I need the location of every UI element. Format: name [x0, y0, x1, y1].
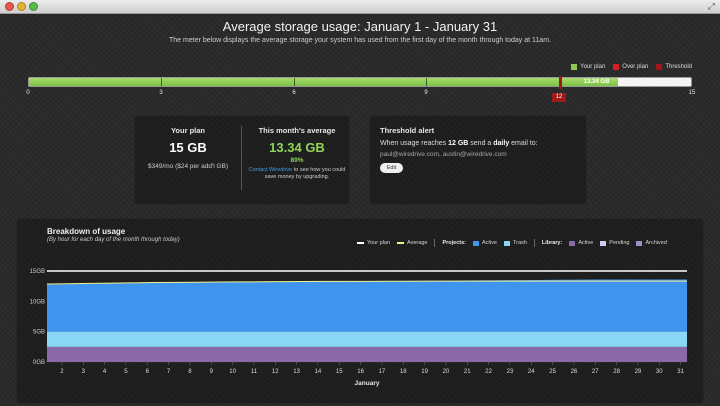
page-title: Average storage usage: January 1 - Janua… — [222, 19, 498, 34]
contact-link[interactable]: Contact Wiredrive — [249, 167, 293, 173]
x-tick-label: 23 — [507, 369, 514, 375]
threshold-text-suffix: email to: — [509, 140, 538, 147]
meter-tick-label: 0 — [26, 90, 30, 96]
meter-fill-bar — [29, 78, 618, 86]
plan-summary-panel: Your plan 15 GB $349/mo ($24 per add'l G… — [134, 115, 350, 205]
x-tick-label: 5 — [124, 369, 128, 375]
threshold-frequency: daily — [493, 140, 510, 147]
x-tick-label: 25 — [549, 369, 556, 375]
threshold-amount: 12 GB — [448, 140, 469, 147]
x-tick-label: 19 — [421, 369, 428, 375]
usage-breakdown-chart: 0GB5GB10GB15GB2 3 4 5 6 7 8 9 10 11 12 13 14 15 16 17 18… — [30, 269, 687, 387]
x-tick-label: 28 — [613, 369, 620, 375]
meter-tick-label: 6 — [292, 90, 296, 96]
x-tick-label: 13 — [293, 369, 300, 375]
page-subtitle: The meter below displays the average sto… — [169, 37, 551, 44]
threshold-emails: paul@wiredrive.com, austin@wiredrive.com — [380, 151, 507, 158]
x-tick-label: 6 — [146, 369, 150, 375]
area-trash — [47, 331, 687, 347]
minimize-window-button[interactable] — [17, 2, 26, 11]
plan-size: 15 GB — [169, 140, 207, 155]
threshold-alert-panel: Threshold alert When usage reaches 12 GB… — [369, 115, 587, 205]
x-tick-label: 30 — [656, 369, 663, 375]
upgrade-note: Contact Wiredrive to see how you could s… — [243, 167, 351, 181]
x-tick-label: 14 — [315, 369, 322, 375]
monthly-average-percent: 89% — [290, 157, 304, 164]
threshold-text-prefix: When usage reaches — [380, 140, 449, 147]
x-tick-label: 4 — [103, 369, 107, 375]
x-tick-label: 26 — [571, 369, 578, 375]
x-tick-label: 22 — [485, 369, 492, 375]
usage-breakdown-panel: Breakdown of usage (By hour for each day… — [16, 218, 704, 404]
monthly-average-size: 13.34 GB — [269, 140, 325, 155]
legend-threshold-label: Threshold — [665, 64, 692, 70]
x-tick-label: 31 — [677, 369, 684, 375]
meter-threshold-line — [559, 76, 563, 89]
y-tick-label: 15GB — [30, 269, 45, 275]
fullscreen-icon[interactable]: ⤢ — [708, 2, 715, 11]
legend-threshold: Threshold — [656, 64, 692, 70]
x-tick-label: 24 — [528, 369, 535, 375]
your-plan-heading: Your plan — [170, 126, 206, 135]
x-tick-label: 2 — [60, 369, 64, 375]
x-tick-label: 10 — [229, 369, 236, 375]
close-window-button[interactable] — [5, 2, 14, 11]
x-tick-label: 27 — [592, 369, 599, 375]
x-tick-label: 21 — [464, 369, 471, 375]
x-tick-label: 7 — [167, 369, 171, 375]
meter-tick-label: 3 — [159, 90, 163, 96]
y-tick-label: 5GB — [33, 330, 45, 336]
y-tick-label: 0GB — [33, 360, 45, 366]
x-tick-label: 3 — [82, 369, 86, 375]
area-library — [47, 346, 687, 362]
x-tick-label: 18 — [400, 369, 407, 375]
x-axis-label: January — [355, 380, 380, 387]
x-tick-label: 9 — [210, 369, 214, 375]
edit-threshold-button[interactable]: Edit — [380, 163, 403, 173]
legend-your-plan-label: Your plan — [580, 64, 606, 70]
storage-meter: 13.34 GB — [28, 76, 692, 89]
meter-average-label: 13.34 GB — [583, 79, 610, 85]
threshold-text-middle: send a — [468, 140, 494, 147]
meter-gridline — [426, 78, 428, 86]
legend-your-plan: Your plan — [571, 64, 605, 70]
column-divider — [241, 126, 242, 190]
x-tick-label: 20 — [443, 369, 450, 375]
window-titlebar: ⤢ — [0, 0, 720, 14]
threshold-marker[interactable]: 12 — [552, 93, 566, 102]
meter-tick-label: 15 — [688, 90, 696, 96]
legend-over-plan: Over plan — [613, 64, 648, 70]
meter-gridline — [293, 78, 295, 86]
x-tick-label: 15 — [336, 369, 343, 375]
monthly-average-column: This month's average 13.34 GB 89% Contac… — [243, 126, 351, 181]
legend-over-plan-label: Over plan — [622, 64, 649, 70]
x-tick-label: 8 — [188, 369, 192, 375]
x-tick-label: 29 — [635, 369, 642, 375]
x-tick-label: 11 — [251, 369, 258, 375]
your-plan-swatch — [571, 64, 578, 70]
zoom-window-button[interactable] — [29, 2, 38, 11]
y-tick-label: 10GB — [30, 299, 45, 305]
x-tick-label: 12 — [272, 369, 279, 375]
monthly-average-heading: This month's average — [258, 126, 336, 135]
threshold-alert-title: Threshold alert — [380, 126, 435, 135]
threshold-alert-text: When usage reaches 12 GB send a daily em… — [380, 140, 538, 147]
threshold-swatch — [656, 64, 663, 70]
your-plan-column: Your plan 15 GB $349/mo ($24 per add'l G… — [135, 126, 241, 170]
page-content: Average storage usage: January 1 - Janua… — [0, 15, 720, 406]
meter-legend: Your plan Over plan Threshold — [571, 64, 692, 70]
plan-price: $349/mo ($24 per add'l GB) — [147, 163, 228, 170]
x-tick-label: 16 — [357, 369, 364, 375]
meter-gridline — [161, 78, 163, 86]
area-projects-active — [47, 279, 687, 332]
x-tick-label: 17 — [379, 369, 386, 375]
over-plan-swatch — [613, 64, 620, 70]
meter-tick-label: 9 — [424, 90, 428, 96]
